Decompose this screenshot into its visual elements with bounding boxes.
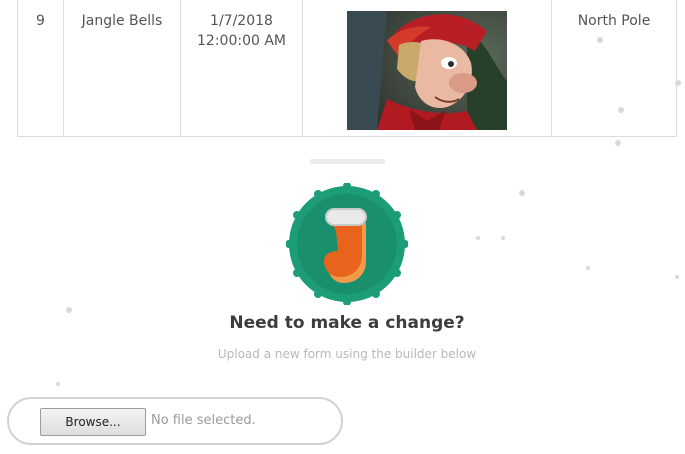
elf-photo[interactable] bbox=[347, 11, 507, 130]
location-value: North Pole bbox=[577, 13, 651, 29]
change-subtext: Upload a new form using the builder belo… bbox=[217, 347, 477, 361]
file-status: No file selected. bbox=[151, 413, 256, 428]
song-name: Jangle Bells bbox=[81, 13, 163, 29]
date-value: 1/7/2018 bbox=[210, 13, 273, 29]
change-heading: Need to make a change? bbox=[229, 313, 465, 333]
submissions-table: 9 Jangle Bells 1/7/2018 12:00:00 AM Nort… bbox=[17, 0, 677, 137]
date-cell: 1/7/2018 12:00:00 AM bbox=[180, 0, 303, 137]
song-name-cell: Jangle Bells bbox=[63, 0, 181, 137]
file-upload-field[interactable]: Browse... No file selected. bbox=[7, 397, 343, 445]
section-divider bbox=[310, 159, 385, 164]
stocking-icon bbox=[286, 183, 408, 305]
browse-button[interactable]: Browse... bbox=[40, 408, 146, 436]
table-row: 9 Jangle Bells 1/7/2018 12:00:00 AM Nort… bbox=[17, 0, 677, 137]
row-number: 9 bbox=[36, 13, 45, 29]
row-number-cell: 9 bbox=[17, 0, 64, 137]
image-cell bbox=[302, 0, 552, 137]
time-value: 12:00:00 AM bbox=[197, 33, 286, 49]
location-cell: North Pole bbox=[551, 0, 677, 137]
